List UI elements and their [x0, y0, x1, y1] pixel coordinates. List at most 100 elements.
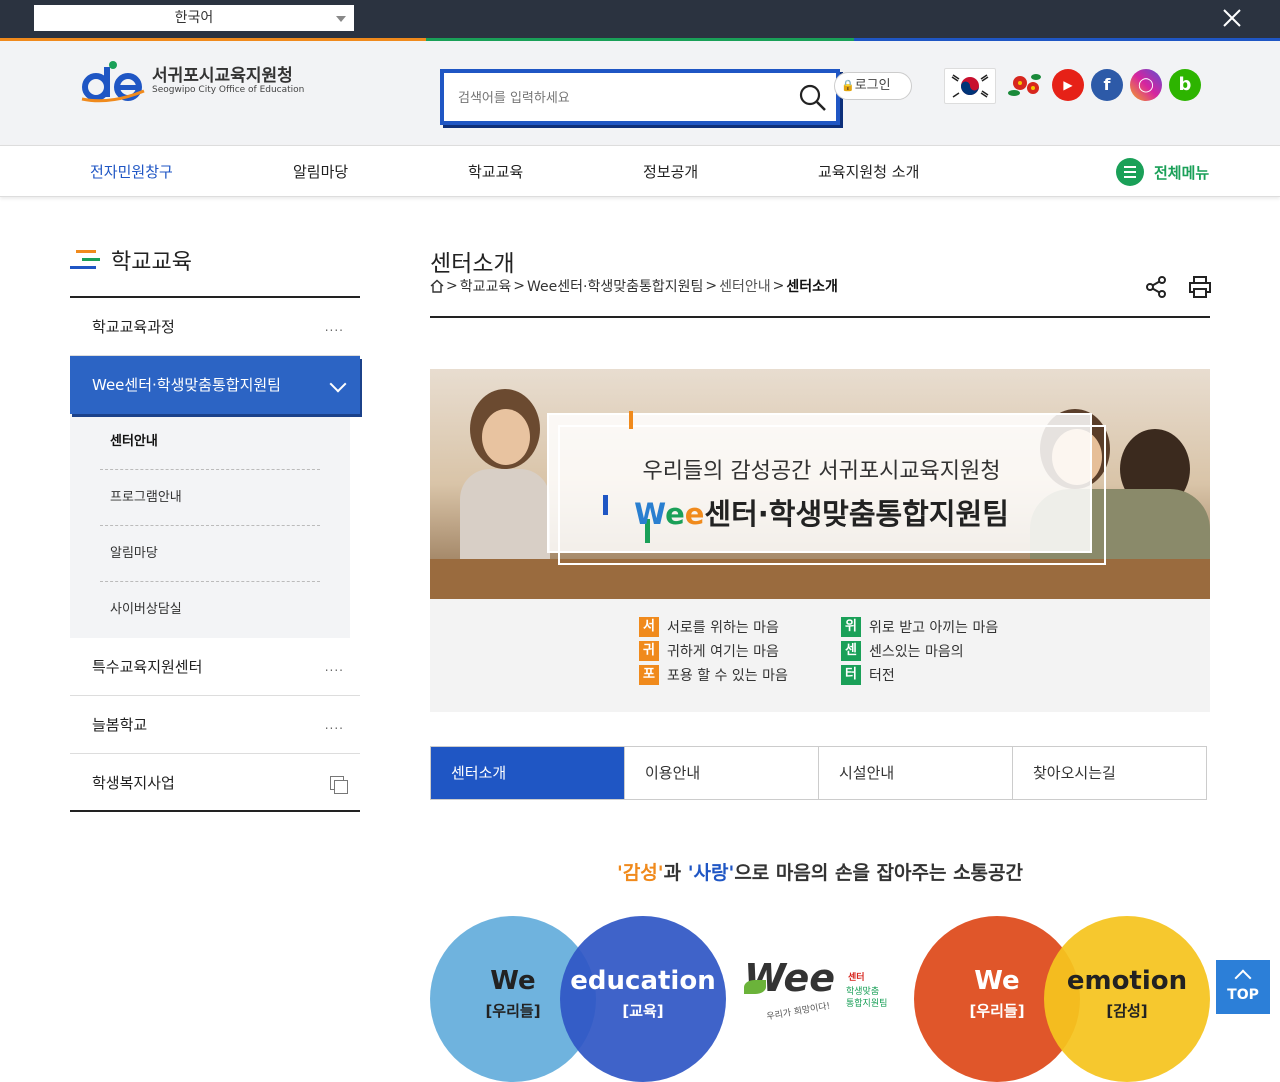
sidebar-item-label: 학교교육과정: [92, 318, 175, 336]
blog-icon[interactable]: b: [1169, 69, 1201, 101]
hero-banner: 우리들의 감성공간 서귀포시교육지원청 Wee센터·학생맞춤통합지원팀: [430, 369, 1210, 599]
nav-civil-service[interactable]: 전자민원창구: [90, 161, 173, 182]
tab-center-intro[interactable]: 센터소개: [431, 747, 625, 799]
value-char: 포: [639, 665, 659, 685]
value-text: 터전: [869, 668, 895, 684]
banner-line2-rest: 센터·학생맞춤통합지원팀: [704, 497, 1009, 531]
submenu-cyber-counseling[interactable]: 사이버상담실: [100, 582, 320, 638]
logo-subtitle: Seogwipo City Office of Education: [152, 85, 305, 95]
tagline: '감성'과 '사랑'으로 마음의 손을 잡아주는 소통공간: [430, 858, 1210, 885]
submenu-center-info[interactable]: 센터안내: [100, 414, 320, 470]
facebook-icon[interactable]: f: [1091, 69, 1123, 101]
login-label: 로그인: [854, 78, 891, 93]
sidebar-item-neulbom[interactable]: 늘봄학교 ....: [70, 696, 360, 754]
tab-directions[interactable]: 찾아오시는길: [1013, 747, 1206, 799]
submenu-program-info[interactable]: 프로그램안내: [100, 470, 320, 526]
more-marker: ....: [324, 718, 344, 732]
home-icon[interactable]: [430, 279, 444, 293]
breadcrumb-current: 센터소개: [786, 279, 838, 295]
values-panel: 서 서로를 위하는 마음 귀 귀하게 여기는 마음 포 포용 할 수 있는 마음 위위…: [430, 599, 1210, 712]
value-item: 귀 귀하게 여기는 마음: [639, 641, 779, 661]
wee-logo-sub3: 통합지원팀: [846, 999, 888, 1009]
korea-flag-icon[interactable]: [944, 68, 996, 104]
logo-title: 서귀포시교육지원청: [152, 66, 293, 86]
tagline-word2: '사랑': [687, 862, 735, 884]
value-item: 위 위로 받고 아끼는 마음: [841, 617, 998, 637]
sidebar-item-curriculum[interactable]: 학교교육과정 ....: [70, 298, 360, 356]
more-marker: ....: [324, 660, 344, 674]
all-menu-label: 전체메뉴: [1154, 163, 1210, 182]
nav-info-disclosure[interactable]: 정보공개: [643, 161, 698, 182]
nav-notice[interactable]: 알림마당: [293, 161, 348, 182]
youtube-icon[interactable]: ▶: [1052, 69, 1084, 101]
search-icon[interactable]: [798, 83, 828, 113]
nav-school-education[interactable]: 학교교육: [468, 161, 523, 182]
sidebar-item-label: 특수교육지원센터: [92, 658, 203, 676]
more-marker: ....: [324, 320, 344, 334]
new-window-icon: [330, 776, 348, 794]
value-text: 귀하게 여기는 마음: [667, 644, 779, 660]
banner-e2: e: [684, 497, 705, 531]
page-title: 센터소개: [430, 251, 515, 277]
logo[interactable]: 서귀포시교육지원청 Seogwipo City Office of Educat…: [80, 59, 304, 107]
header: 서귀포시교육지원청 Seogwipo City Office of Educat…: [0, 41, 1280, 145]
print-icon[interactable]: [1188, 275, 1212, 299]
wee-logo-sub1: 센터: [848, 973, 865, 983]
breadcrumb-separator: >: [772, 278, 785, 294]
breadcrumb-item[interactable]: 학교교육: [460, 276, 512, 296]
sidebar-item-wee-center[interactable]: Wee센터·학생맞춤통합지원팀: [70, 356, 360, 414]
banner-line1: 우리들의 감성공간 서귀포시교육지원청: [642, 459, 1001, 484]
sidebar-item-special-education[interactable]: 특수교육지원센터 ....: [70, 638, 360, 696]
camellia-icon[interactable]: [1006, 67, 1044, 103]
wee-center-logo: Wee 센터 학생맞춤 통합지원팀 우리가 희망이다!: [740, 950, 900, 1024]
sidebar-item-label: 늘봄학교: [92, 716, 148, 734]
tagline-mid: 과: [663, 862, 688, 884]
value-item: 포 포용 할 수 있는 마음: [639, 665, 788, 685]
search-input[interactable]: [458, 85, 778, 111]
value-char: 위: [841, 617, 861, 637]
breadcrumb: > 학교교육 > Wee센터·학생맞춤통합지원팀 > 센터안내 > 센터소개: [430, 276, 838, 296]
value-char: 터: [841, 665, 861, 685]
bubble-title: education: [570, 966, 716, 996]
value-text: 위로 받고 아끼는 마음: [869, 620, 999, 636]
value-item: 센 센스있는 마음의: [841, 641, 964, 661]
content-tabs: 센터소개 이용안내 시설안내 찾아오시는길: [430, 746, 1207, 800]
language-value: 한국어: [174, 10, 214, 26]
top-bar: 한국어: [0, 0, 1280, 38]
nav-about[interactable]: 교육지원청 소개: [818, 161, 919, 182]
banner-line2: Wee센터·학생맞춤통합지원팀: [549, 491, 1094, 533]
chevron-up-icon: [1234, 969, 1252, 987]
lock-icon: 🔒: [841, 79, 855, 92]
title-divider: [430, 316, 1210, 318]
value-item: 서 서로를 위하는 마음: [639, 617, 779, 637]
logo-mark-icon: [81, 61, 145, 103]
breadcrumb-separator: >: [446, 278, 458, 294]
search-box: [440, 69, 840, 125]
submenu-notice[interactable]: 알림마당: [100, 526, 320, 582]
sidebar-menu: 학교교육과정 .... Wee센터·학생맞춤통합지원팀 센터안내 프로그램안내 …: [70, 296, 360, 812]
top-label: TOP: [1227, 987, 1259, 1003]
breadcrumb-separator: >: [705, 278, 718, 294]
bubble-subtitle: [감성]: [1106, 1002, 1148, 1020]
login-button[interactable]: 🔒로그인: [834, 72, 912, 100]
share-icon[interactable]: [1144, 275, 1168, 299]
hamburger-icon: [1116, 158, 1144, 186]
tagline-word1: '감성': [617, 862, 664, 884]
value-text: 포용 할 수 있는 마음: [667, 668, 788, 684]
instagram-icon[interactable]: ◯: [1130, 69, 1162, 101]
sidebar-item-label: Wee센터·학생맞춤통합지원팀: [92, 376, 281, 394]
tab-usage-guide[interactable]: 이용안내: [625, 747, 819, 799]
tagline-rest: 으로 마음의 손을 잡아주는 소통공간: [734, 862, 1023, 884]
scroll-top-button[interactable]: TOP: [1216, 960, 1270, 1014]
breadcrumb-item[interactable]: 센터안내: [719, 276, 771, 296]
breadcrumb-separator: >: [513, 278, 525, 294]
value-text: 서로를 위하는 마음: [667, 620, 779, 636]
tab-facility-guide[interactable]: 시설안내: [819, 747, 1013, 799]
breadcrumb-item[interactable]: Wee센터·학생맞춤통합지원팀: [527, 276, 703, 296]
close-icon[interactable]: [1220, 6, 1244, 30]
language-select[interactable]: 한국어: [34, 5, 354, 31]
banner-w: W: [634, 497, 666, 531]
chevron-down-icon: [336, 16, 346, 22]
sidebar-item-welfare[interactable]: 학생복지사업: [70, 754, 360, 812]
all-menu-button[interactable]: 전체메뉴: [1116, 157, 1209, 187]
